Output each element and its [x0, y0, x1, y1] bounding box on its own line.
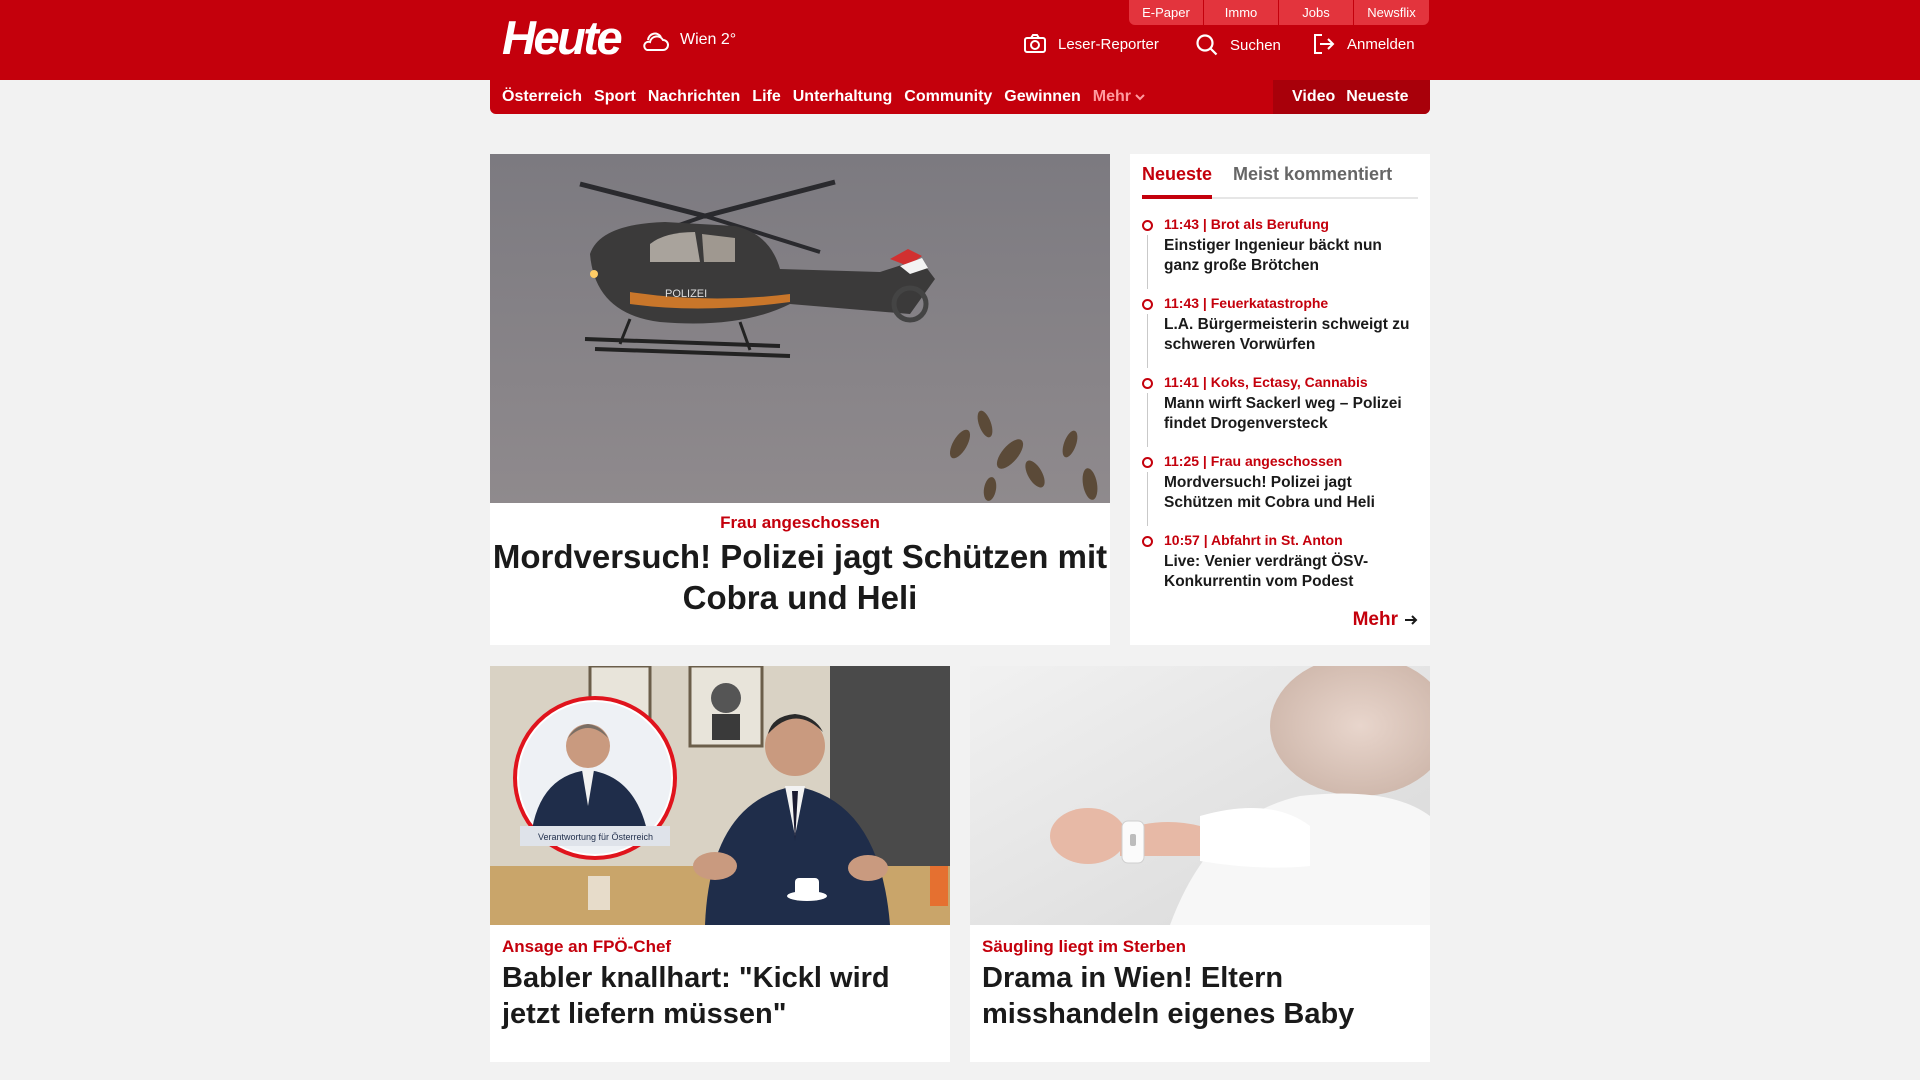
ticker-item-title[interactable]: L.A. Bürgermeisterin schweigt zu schwere…: [1164, 315, 1418, 355]
nav-video[interactable]: Video: [1292, 88, 1335, 106]
nav-right: Video Neueste: [1273, 80, 1430, 114]
tab-immo[interactable]: Immo: [1204, 0, 1279, 25]
nav-item-oesterreich[interactable]: Österreich: [502, 88, 582, 106]
top-tabs: E-Paper Immo Jobs Newsflix: [1129, 0, 1429, 25]
weather-label: Wien 2°: [680, 31, 737, 48]
search-label: Suchen: [1230, 36, 1281, 54]
cloud-sun-icon: [643, 32, 669, 51]
header-bar: Heute Wien 2° E-Paper Immo Jobs Newsflix…: [0, 0, 1920, 80]
ticker-item-meta: 11:41 | Koks, Ectasy, Cannabis: [1164, 374, 1368, 390]
tab-meist-kommentiert[interactable]: Meist kommentiert: [1233, 154, 1392, 197]
timeline-dot: [1142, 378, 1153, 389]
timeline-dot: [1142, 299, 1153, 310]
hero-article[interactable]: POLIZEI Frau angeschossen Mordversuch! P…: [490, 154, 1110, 645]
timeline-dot: [1142, 457, 1153, 468]
timeline-dot: [1142, 220, 1153, 231]
arrow-right-icon: [1405, 615, 1418, 625]
card-topic: Säugling liegt im Sterben: [982, 937, 1187, 956]
nav-item-life[interactable]: Life: [752, 88, 780, 106]
ticker-item[interactable]: 10:57 | Abfahrt in St. Anton Live: Venie…: [1142, 531, 1418, 610]
nav-item-gewinnen[interactable]: Gewinnen: [1004, 88, 1080, 106]
ticker-item-meta: 11:43 | Brot als Berufung: [1164, 216, 1329, 232]
babler-photo: Verantwortung für Österreich: [490, 666, 950, 925]
tab-newsflix[interactable]: Newsflix: [1354, 0, 1429, 25]
card-headline[interactable]: Drama in Wien! Eltern misshandeln eigene…: [982, 960, 1418, 1032]
ticker-more-label: Mehr: [1352, 609, 1398, 630]
leser-reporter-label: Leser-Reporter: [1058, 35, 1159, 53]
ticker-item[interactable]: 11:25 | Frau angeschossen Mordversuch! P…: [1142, 452, 1418, 531]
ticker-item[interactable]: 11:43 | Brot als Berufung Einstiger Inge…: [1142, 215, 1418, 294]
ticker-item-meta: 11:43 | Feuerkatastrophe: [1164, 295, 1329, 311]
hero-topic: Frau angeschossen: [720, 513, 880, 532]
card-headline[interactable]: Babler knallhart: "Kickl wird jetzt lief…: [502, 960, 938, 1032]
nav-more-dropdown[interactable]: Mehr: [1093, 88, 1145, 106]
tab-jobs[interactable]: Jobs: [1279, 0, 1354, 25]
card-topic: Ansage an FPÖ-Chef: [502, 937, 672, 956]
nav-more-label: Mehr: [1092, 88, 1131, 105]
ticker-more-link[interactable]: Mehr: [1353, 609, 1418, 631]
nav-neueste[interactable]: Neueste: [1346, 88, 1408, 106]
tab-neueste[interactable]: Neueste: [1142, 154, 1213, 199]
ticker-item-meta: 10:57 | Abfahrt in St. Anton: [1164, 532, 1343, 548]
nav-item-nachrichten[interactable]: Nachrichten: [648, 88, 740, 106]
article-card[interactable]: Säugling liegt im Sterben Drama in Wien!…: [970, 666, 1430, 1062]
ticker-item-title[interactable]: Einstiger Ingenieur bäckt nun ganz große…: [1164, 236, 1418, 276]
ticker-item[interactable]: 11:43 | Feuerkatastrophe L.A. Bürgermeis…: [1142, 294, 1418, 373]
timeline-dot: [1142, 536, 1153, 547]
heute-logo[interactable]: Heute: [502, 14, 623, 62]
ticker-item-title[interactable]: Mann wirft Sackerl weg – Polizei findet …: [1164, 394, 1418, 434]
chevron-down-icon: [1135, 94, 1145, 101]
nav-item-unterhaltung[interactable]: Unterhaltung: [793, 88, 893, 106]
search-icon: [1196, 34, 1218, 56]
ticker-tabs: Neueste Meist kommentiert: [1142, 154, 1418, 199]
search-button[interactable]: Suchen: [1196, 34, 1281, 56]
svg-text:POLIZEI: POLIZEI: [665, 288, 707, 300]
weather-widget[interactable]: Wien 2°: [640, 26, 736, 54]
article-card[interactable]: Verantwortung für Österreich Ansage an F…: [490, 666, 950, 1062]
nav-item-community[interactable]: Community: [904, 88, 992, 106]
helicopter-photo: POLIZEI: [490, 154, 1110, 503]
tab-epaper[interactable]: E-Paper: [1129, 0, 1204, 25]
ticker-item-meta: 11:25 | Frau angeschossen: [1164, 453, 1343, 469]
ticker-item[interactable]: 11:41 | Koks, Ectasy, Cannabis Mann wirf…: [1142, 373, 1418, 452]
camera-icon: [1024, 34, 1046, 53]
login-label: Anmelden: [1347, 35, 1415, 53]
nav-item-sport[interactable]: Sport: [594, 88, 636, 106]
login-icon: [1314, 34, 1335, 54]
leser-reporter-button[interactable]: Leser-Reporter: [1024, 34, 1159, 54]
svg-text:Verantwortung für Österreich: Verantwortung für Österreich: [538, 832, 653, 842]
login-button[interactable]: Anmelden: [1313, 34, 1415, 54]
news-ticker: Neueste Meist kommentiert 11:43 | Brot a…: [1130, 154, 1430, 645]
ticker-item-title[interactable]: Mordversuch! Polizei jagt Schützen mit C…: [1164, 473, 1418, 513]
main-nav: Österreich Sport Nachrichten Life Unterh…: [490, 80, 1430, 114]
hero-headline[interactable]: Mordversuch! Polizei jagt Schützen mit C…: [490, 536, 1110, 618]
baby-photo: [970, 666, 1430, 925]
ticker-item-title[interactable]: Live: Venier verdrängt ÖSV-Konkurrentin …: [1164, 552, 1418, 592]
